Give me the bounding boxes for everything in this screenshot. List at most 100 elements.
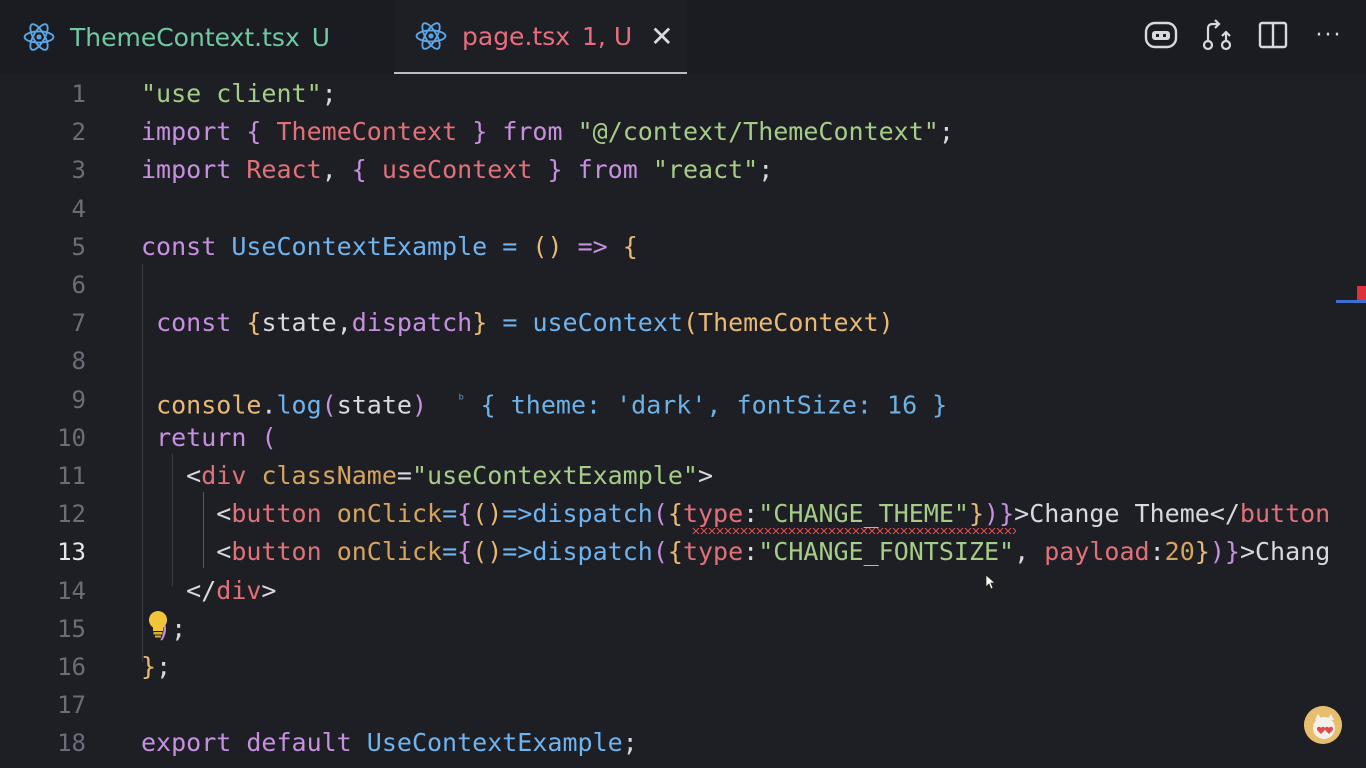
- code-token: <: [216, 499, 232, 529]
- code-token: ;: [758, 155, 774, 185]
- overview-ruler-error-mark: [1357, 286, 1366, 300]
- code-token: >Change Theme</: [1014, 499, 1240, 529]
- line-number: 11: [57, 462, 86, 490]
- code-token: >Chang: [1239, 537, 1331, 567]
- code-token: =>: [577, 231, 608, 261]
- inline-value-hint: { theme: 'dark', fontSize: 16 }: [480, 389, 948, 419]
- code-line[interactable]: 4: [0, 190, 1366, 228]
- source-control-compare-icon[interactable]: [1200, 18, 1234, 52]
- code-token: ThemeContext: [698, 308, 879, 338]
- code-token: (: [682, 308, 699, 338]
- code-token: "react": [652, 155, 759, 185]
- close-icon[interactable]: ✕: [650, 20, 673, 53]
- code-line[interactable]: 8: [0, 342, 1366, 380]
- code-token: "CHANGE_THEME": [758, 499, 969, 529]
- code-token: .: [261, 389, 277, 419]
- code-line[interactable]: 13 <button onClick={()=>dispatch({type:"…: [0, 533, 1366, 571]
- error-squiggle: [692, 528, 1016, 534]
- code-line[interactable]: 5 const UseContextExample = () => {: [0, 228, 1366, 266]
- code-token: ): [411, 389, 428, 419]
- line-number: 9: [71, 385, 86, 414]
- code-token: export: [141, 728, 232, 758]
- code-token: (: [652, 537, 668, 567]
- code-token: "use client": [141, 79, 322, 108]
- line-number: 14: [57, 576, 86, 605]
- line-number: 4: [71, 194, 86, 223]
- code-token: (): [472, 537, 503, 567]
- code-text: "use client";: [141, 75, 337, 113]
- code-token: "@/context/ThemeContext": [577, 117, 939, 147]
- code-line[interactable]: 3 import React, { useContext } from "reac…: [0, 151, 1366, 189]
- code-line[interactable]: 7 const {state,dispatch} = useContext(Th…: [0, 304, 1366, 342]
- code-token: }: [1224, 537, 1240, 567]
- code-token: {: [667, 499, 683, 529]
- code-token: state,: [261, 308, 352, 338]
- code-token: =: [502, 231, 518, 261]
- line-number: 15: [57, 614, 86, 643]
- code-token: div: [216, 575, 262, 605]
- code-token: from: [502, 117, 563, 147]
- code-token: useContext: [532, 308, 683, 338]
- code-token: (: [652, 499, 668, 529]
- code-line[interactable]: 17: [0, 686, 1366, 724]
- code-token: div: [201, 461, 247, 490]
- code-token: button: [231, 537, 322, 567]
- code-token: ,: [321, 155, 352, 185]
- code-line[interactable]: 11 <div className="useContextExample">: [0, 457, 1366, 495]
- code-line[interactable]: 18 export default UseContextExample;: [0, 724, 1366, 762]
- code-token: console: [156, 389, 262, 419]
- code-token: UseContextExample: [231, 231, 488, 261]
- tab-themecontext[interactable]: ThemeContext.tsx U: [0, 0, 392, 74]
- code-line[interactable]: 1 "use client";: [0, 75, 1366, 113]
- code-token: >: [261, 575, 277, 605]
- overview-ruler-cursor-mark: [1336, 300, 1366, 303]
- code-token: const: [141, 231, 217, 261]
- tab-page[interactable]: page.tsx 1, U ✕: [394, 0, 687, 74]
- code-line[interactable]: 12 <button onClick={()=>dispatch({type:"…: [0, 495, 1366, 533]
- code-editor[interactable]: 1 "use client"; 2 import { ThemeContext } f…: [0, 74, 1366, 768]
- code-line[interactable]: 14 </div>: [0, 572, 1366, 610]
- code-token: =>: [502, 499, 533, 529]
- copilot-icon[interactable]: [1144, 18, 1178, 52]
- code-token: =: [442, 537, 458, 567]
- more-actions-icon[interactable]: ···: [1312, 18, 1346, 52]
- code-line[interactable]: 6: [0, 266, 1366, 304]
- code-token: ThemeContext: [276, 117, 458, 147]
- code-token: (): [472, 499, 503, 529]
- code-token: :: [1149, 537, 1165, 567]
- code-token: :: [743, 499, 759, 529]
- lightbulb-icon[interactable]: [146, 609, 170, 639]
- code-token: button: [1239, 499, 1331, 529]
- code-token: (): [532, 231, 563, 261]
- code-line[interactable]: 2 import { ThemeContext } from "@/context…: [0, 113, 1366, 151]
- code-line[interactable]: 10 return (: [0, 419, 1366, 457]
- code-token: }: [141, 652, 157, 681]
- code-line[interactable]: 9 console.log(state) ᵇ { theme: 'dark', …: [0, 381, 1366, 419]
- code-token: ): [1209, 537, 1225, 567]
- problems-status-badge: 1, U: [582, 21, 633, 51]
- code-token: import: [141, 117, 232, 147]
- code-token: default: [246, 728, 352, 758]
- code-token: className: [261, 461, 397, 490]
- code-token: type: [682, 537, 744, 567]
- code-token: dispatch: [351, 308, 473, 338]
- code-token: }: [968, 499, 985, 529]
- code-token: onClick: [336, 499, 443, 529]
- code-token: state: [336, 389, 412, 419]
- code-line[interactable]: 16};: [0, 648, 1366, 686]
- code-line[interactable]: 15 );: [0, 610, 1366, 648]
- split-editor-icon[interactable]: [1256, 18, 1290, 52]
- line-number: 1: [71, 80, 86, 108]
- line-number: 10: [57, 423, 86, 452]
